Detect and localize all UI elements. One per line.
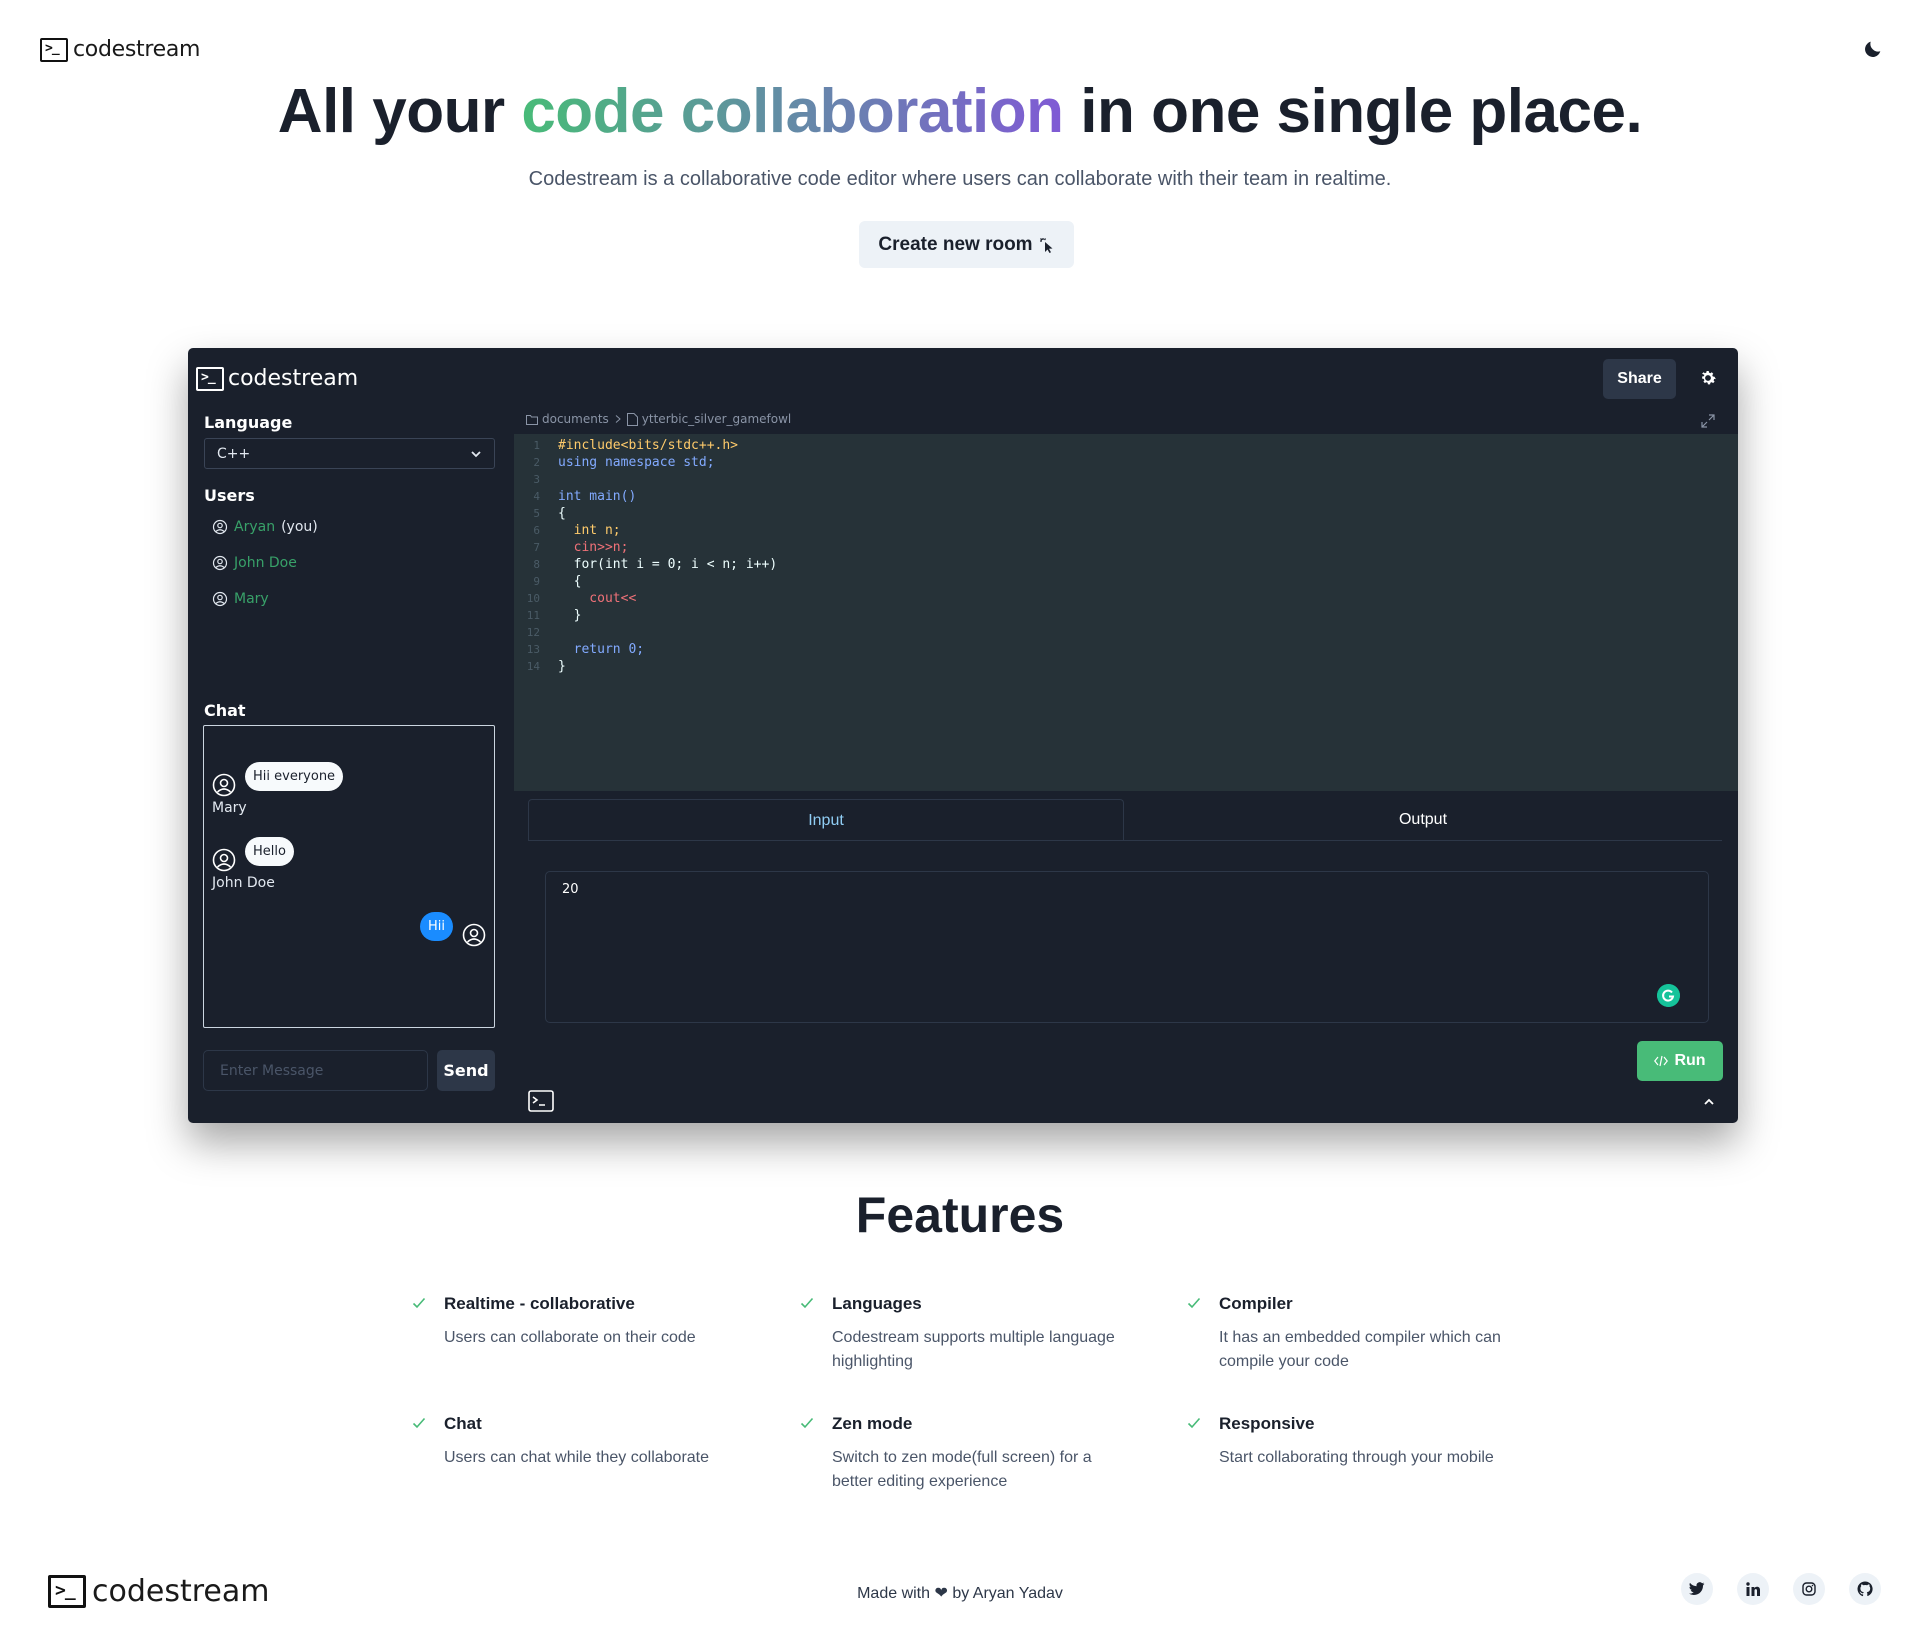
user-item: Mary (212, 591, 269, 607)
chat-bubble-own: Hii (420, 912, 453, 941)
feature-desc: It has an embedded compiler which can co… (1219, 1329, 1501, 1370)
expand-icon[interactable] (1700, 413, 1716, 429)
gear-icon[interactable] (1698, 368, 1718, 388)
terminal-icon[interactable] (528, 1090, 554, 1112)
avatar-icon (212, 773, 236, 797)
app-brand-name: codestream (228, 366, 359, 391)
user-icon (212, 555, 228, 571)
breadcrumb: documents ytterbic_silver_gamefowl (526, 412, 791, 426)
feature-title: Responsive (1219, 1414, 1315, 1433)
terminal-logo-icon: >_ (40, 37, 68, 62)
file-icon (626, 412, 638, 426)
tab-divider (528, 840, 1722, 841)
chat-author: Mary (212, 800, 247, 816)
chat-bubble: Hii everyone (245, 762, 344, 791)
moon-icon[interactable] (1862, 38, 1884, 60)
feature-desc: Users can chat while they collaborate (444, 1449, 710, 1466)
chevron-up-icon[interactable] (1703, 1096, 1715, 1108)
hero-title: All your code collaboration in one singl… (277, 77, 1643, 146)
feature-title: Zen mode (832, 1414, 913, 1433)
feature-title: Realtime - collaborative (444, 1294, 635, 1313)
hero-title-highlight: code collaboration (521, 77, 1064, 146)
chevron-down-icon (471, 451, 481, 458)
check-icon (412, 1417, 426, 1429)
language-select[interactable]: C++ (204, 438, 495, 469)
run-button[interactable]: Run (1637, 1041, 1723, 1081)
feature-title: Chat (444, 1414, 482, 1433)
feature-desc: Start collaborating through your mobile (1219, 1449, 1494, 1466)
hero-subtitle: Codestream is a collaborative code edito… (528, 168, 1392, 190)
chevron-right-icon (615, 415, 621, 423)
brand-name: codestream (73, 37, 201, 62)
made-with-text: Made with ❤ by Aryan Yadav (857, 1585, 1063, 1602)
pointer-click-icon (1039, 237, 1053, 253)
check-icon (800, 1417, 814, 1429)
check-icon (1187, 1417, 1201, 1429)
create-room-label: Create new room (878, 233, 1033, 255)
run-label: Run (1674, 1052, 1706, 1069)
avatar-icon (212, 848, 236, 872)
top-logo[interactable]: >_ codestream (40, 37, 200, 62)
chat-messages[interactable]: Hii everyone Mary Hello John Doe Hii (203, 725, 495, 1028)
linkedin-icon[interactable] (1737, 1573, 1769, 1605)
features-title: Features (855, 1187, 1065, 1243)
user-item: John Doe (212, 555, 297, 571)
grammarly-icon[interactable] (1657, 984, 1680, 1007)
language-label: Language (204, 413, 293, 432)
message-input[interactable] (203, 1050, 428, 1091)
twitter-icon[interactable] (1681, 1573, 1713, 1605)
tab-input[interactable]: Input (528, 799, 1124, 841)
feature-desc: Users can collaborate on their code (444, 1329, 696, 1346)
user-name: Mary (234, 591, 269, 607)
folder-icon (526, 414, 538, 425)
chat-author: John Doe (212, 875, 275, 891)
users-label: Users (204, 486, 255, 505)
user-you-tag: (you) (281, 519, 318, 535)
create-room-button[interactable]: Create new room (859, 221, 1074, 268)
app-logo: >_ codestream (196, 366, 358, 391)
breadcrumb-folder[interactable]: documents (542, 412, 609, 426)
user-icon (212, 519, 228, 535)
instagram-icon[interactable] (1793, 1573, 1825, 1605)
send-button[interactable]: Send (437, 1050, 495, 1091)
app-preview: >_ codestream Share Language C++ Users A… (188, 348, 1738, 1123)
check-icon (412, 1297, 426, 1309)
avatar-icon (462, 923, 486, 947)
user-icon (212, 591, 228, 607)
check-icon (1187, 1297, 1201, 1309)
input-textarea[interactable]: 20 (545, 871, 1709, 1023)
terminal-logo-icon: >_ (196, 366, 224, 391)
chat-label: Chat (204, 701, 246, 720)
feature-title: Compiler (1219, 1294, 1293, 1313)
feature-desc: Switch to zen mode(full screen) for a be… (832, 1449, 1092, 1490)
code-editor[interactable]: 1 #include<bits/stdc++.h> 2 using namespac… (514, 434, 1738, 791)
feature-desc: Codestream supports multiple language hi… (832, 1329, 1115, 1370)
feature-title: Languages (832, 1294, 922, 1313)
check-icon (800, 1297, 814, 1309)
github-icon[interactable] (1849, 1573, 1881, 1605)
user-item: Aryan (you) (212, 519, 318, 535)
user-name: John Doe (234, 555, 297, 571)
share-button[interactable]: Share (1603, 359, 1676, 399)
user-name: Aryan (234, 519, 276, 535)
chat-bubble: Hello (245, 837, 294, 866)
language-value: C++ (217, 446, 251, 462)
breadcrumb-file[interactable]: ytterbic_silver_gamefowl (642, 412, 791, 426)
tab-output[interactable]: Output (1124, 799, 1722, 841)
code-icon (1654, 1055, 1669, 1067)
